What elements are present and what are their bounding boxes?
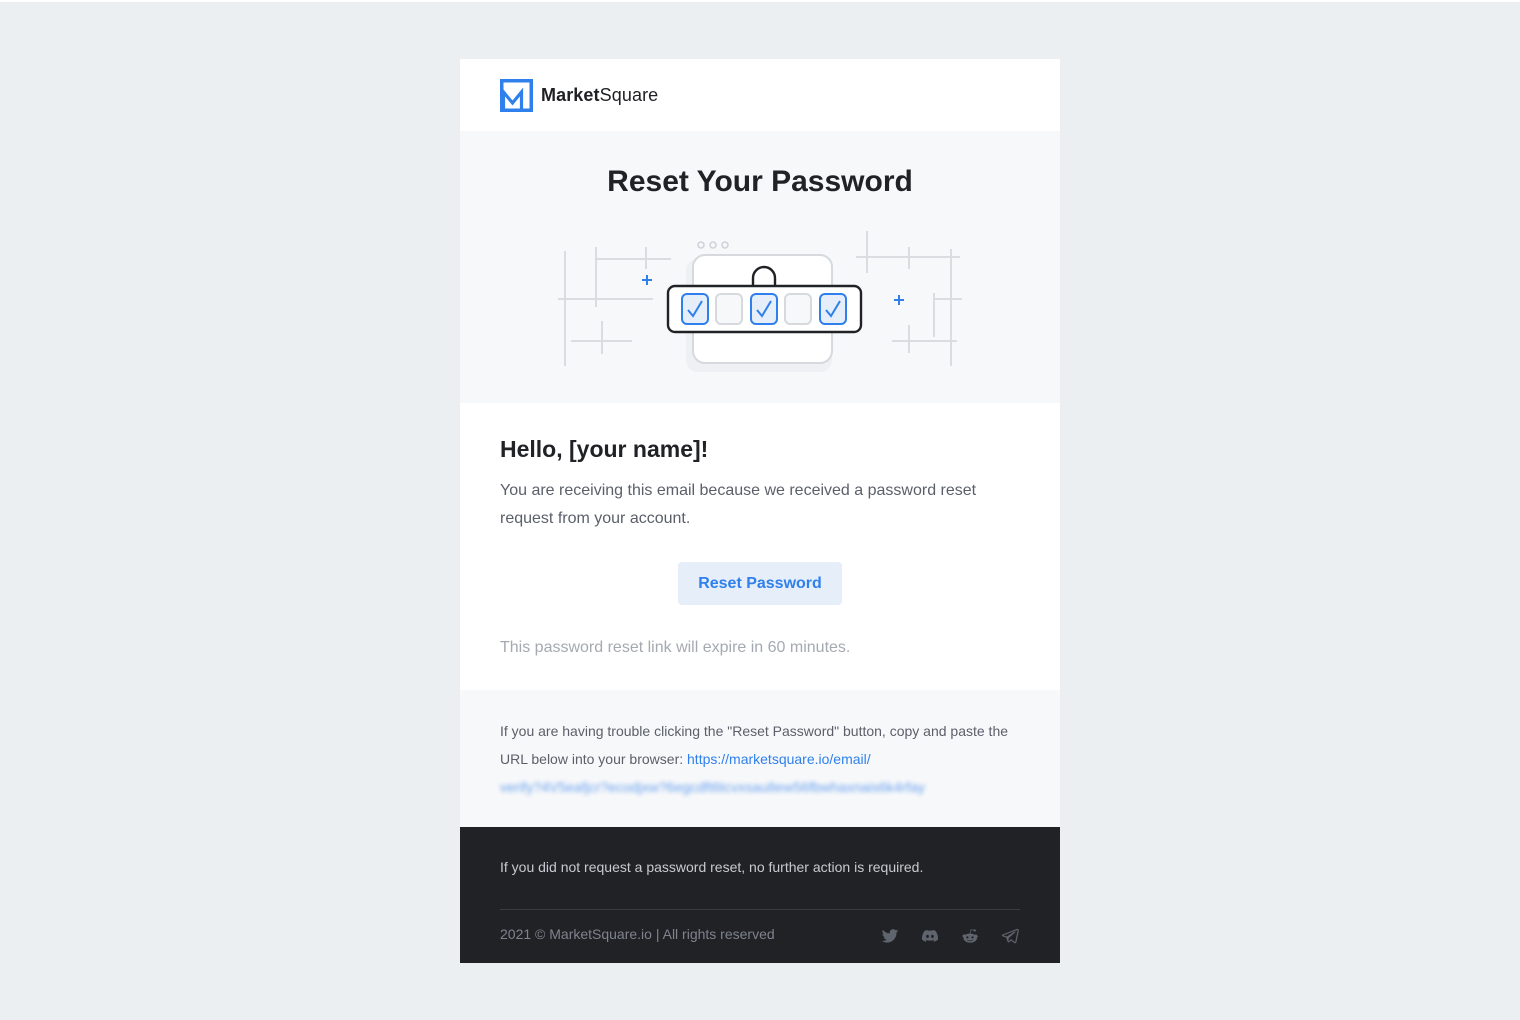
reset-url-token-link[interactable]: verify?4V5eafjcr?ecodjxw?6egcdft6tcvxsau… bbox=[500, 779, 925, 795]
marketsquare-logo-icon bbox=[500, 78, 533, 112]
social-links bbox=[880, 926, 1020, 946]
footer-divider bbox=[500, 909, 1020, 910]
reset-password-button[interactable]: Reset Password bbox=[678, 562, 842, 605]
email-footer: If you did not request a password reset,… bbox=[460, 827, 1060, 963]
help-section: If you are having trouble clicking the "… bbox=[460, 690, 1060, 827]
reddit-icon[interactable] bbox=[960, 926, 980, 946]
twitter-icon[interactable] bbox=[880, 926, 900, 946]
footer-note: If you did not request a password reset,… bbox=[500, 859, 924, 875]
expiry-note: This password reset link will expire in … bbox=[500, 639, 851, 656]
copyright-text: 2021 © MarketSquare.io | All rights rese… bbox=[500, 926, 775, 942]
message-text: You are receiving this email because we … bbox=[500, 482, 977, 527]
discord-icon[interactable] bbox=[920, 926, 940, 946]
message-section: Hello, [your name]! You are receiving th… bbox=[460, 403, 1060, 690]
telegram-icon[interactable] bbox=[1000, 926, 1020, 946]
help-text: If you are having trouble clicking the "… bbox=[500, 717, 1025, 801]
email-card: MarketSquare Reset Your Password Hello, … bbox=[460, 59, 1060, 963]
greeting: Hello, [your name]! bbox=[500, 436, 709, 462]
brand-wordmark: MarketSquare bbox=[541, 84, 659, 105]
reset-url-link[interactable]: https://marketsquare.io/email/ bbox=[687, 751, 871, 767]
email-header: MarketSquare bbox=[460, 59, 1060, 131]
hero-section: Reset Your Password bbox=[460, 131, 1060, 403]
page-title: Reset Your Password bbox=[607, 165, 913, 198]
password-lock-illustration bbox=[558, 231, 962, 372]
